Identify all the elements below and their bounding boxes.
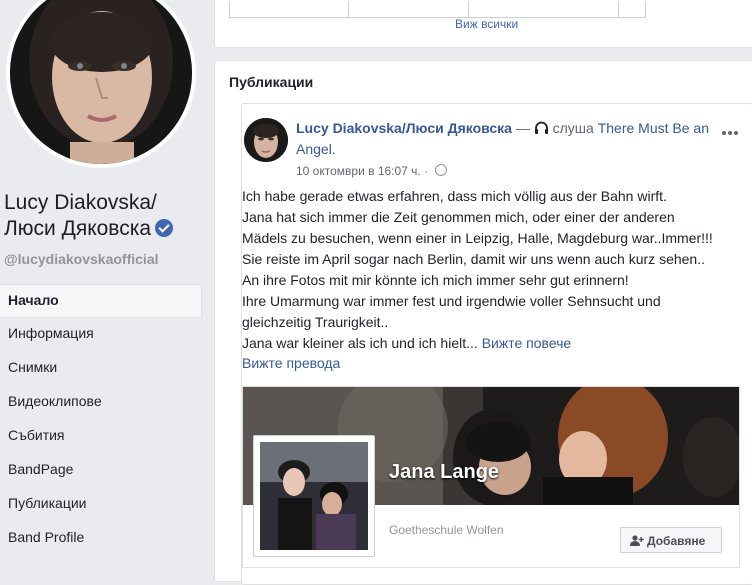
meta-separator: ·: [420, 164, 432, 178]
post-text-line: Ihre Umarmung war immer fest und irgendw…: [242, 293, 661, 309]
post-text: Ich habe gerade etwas erfahren, dass mic…: [242, 186, 742, 354]
post-text-line: Mädels zu besuchen, wenn einer in Leipzi…: [242, 230, 713, 246]
profile-picture[interactable]: [10, 0, 192, 164]
activity-label: слуша: [552, 120, 594, 136]
post-text-line: gleichzeitig Traurigkeit..: [242, 314, 389, 330]
post-header: Lucy Diakovska/Люси Дяковска — слуша The…: [296, 118, 716, 160]
nav-item-home[interactable]: Начало: [0, 284, 202, 318]
nav-item-posts[interactable]: Публикации: [0, 488, 202, 522]
post-text-line: Sie reiste im April sogar nach Berlin, d…: [242, 251, 705, 267]
link-preview-card[interactable]: Jana Lange Goetheschule Wolfen Добавяне: [242, 386, 740, 568]
profile-thumbnail[interactable]: [260, 442, 368, 550]
see-translation-link[interactable]: Вижте превода: [242, 355, 340, 371]
song-suffix: .: [331, 141, 336, 157]
profile-picture-frame[interactable]: [6, 0, 196, 168]
post-meta: 10 октомври в 16:07 ч. ·: [296, 164, 448, 178]
add-friend-label: Добавяне: [647, 534, 706, 548]
nav-item-events[interactable]: Събития: [0, 420, 202, 454]
post: Lucy Diakovska/Люси Дяковска — слуша The…: [241, 103, 752, 585]
header-dash: —: [511, 120, 534, 136]
see-more-link[interactable]: Вижте повече: [482, 335, 572, 351]
post-author-link[interactable]: Lucy Diakovska/Люси Дяковска: [296, 120, 512, 136]
headphones-icon: [534, 121, 548, 134]
add-friend-button[interactable]: Добавяне: [620, 527, 722, 553]
nav-item-bandpage[interactable]: BandPage: [0, 454, 202, 488]
post-text-truncated: Jana war kleiner als ich und ich hielt..…: [242, 335, 478, 351]
profile-thumbnail-frame[interactable]: [253, 435, 375, 557]
post-text-line: Ich habe gerade etwas erfahren, dass mic…: [242, 188, 667, 204]
publications-card: Публикации Lucy Diakovska/Люси Дяковска …: [214, 60, 752, 585]
page-name-text[interactable]: Lucy Diakovska/ Люси Дяковска: [4, 191, 157, 240]
nav-item-band-profile[interactable]: Band Profile: [0, 522, 202, 556]
left-column: Lucy Diakovska/ Люси Дяковска @lucydiako…: [0, 0, 210, 573]
top-card: Виж всички: [214, 0, 752, 48]
link-card-subtitle: Goetheschule Wolfen: [389, 523, 504, 537]
post-text-line: Jana hat sich immer die Zeit genommen mi…: [242, 209, 675, 225]
add-friend-icon: [630, 535, 644, 546]
link-card-title[interactable]: Jana Lange: [389, 461, 499, 484]
nav-item-videos[interactable]: Видеоклипове: [0, 386, 202, 420]
nav-item-about[interactable]: Информация: [0, 318, 202, 352]
verified-badge-icon: [155, 219, 174, 237]
publications-title: Публикации: [229, 74, 314, 90]
post-timestamp[interactable]: 10 октомври в 16:07 ч.: [296, 164, 421, 178]
page-navigation: Начало Информация Снимки Видеоклипове Съ…: [0, 284, 202, 556]
page-name[interactable]: Lucy Diakovska/ Люси Дяковска: [4, 190, 204, 242]
post-text-last-line: Jana war kleiner als ich und ich hielt..…: [242, 333, 742, 354]
see-all-link[interactable]: Виж всички: [455, 17, 518, 31]
post-text-line: An ihre Fotos mit mir könnte ich mich im…: [242, 272, 629, 288]
more-options-icon[interactable]: [722, 122, 742, 135]
post-author-avatar[interactable]: [244, 118, 288, 162]
page-username: @lucydiakovskaofficial: [4, 251, 159, 267]
top-card-tabs: [229, 1, 646, 18]
globe-icon[interactable]: [435, 164, 448, 176]
nav-item-photos[interactable]: Снимки: [0, 352, 202, 386]
